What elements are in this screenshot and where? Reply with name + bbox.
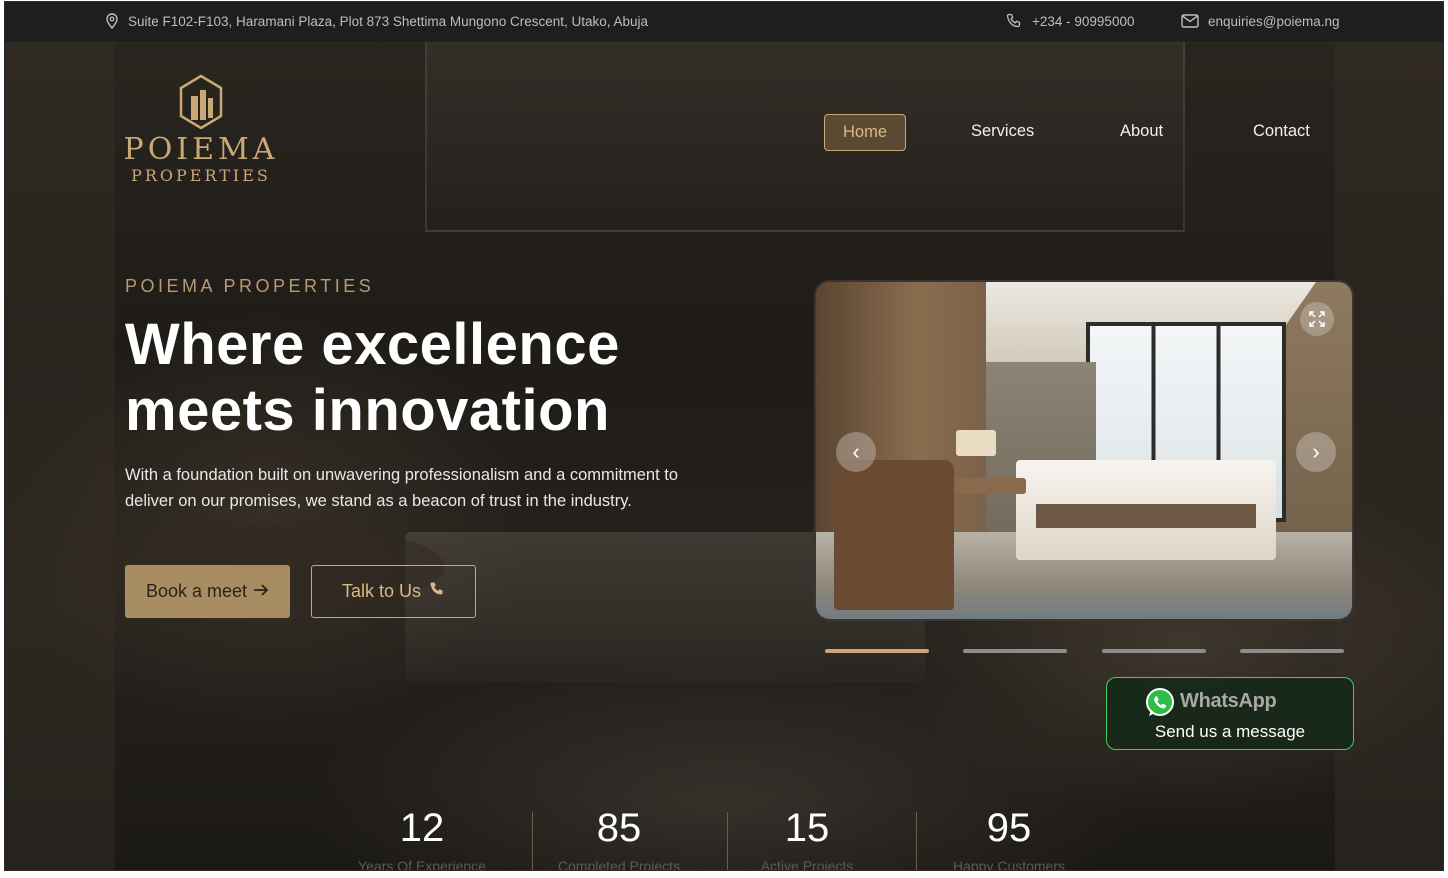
nav-about[interactable]: About — [1120, 114, 1163, 151]
chevron-right-icon: › — [1312, 439, 1320, 464]
slide-image-lamp — [956, 430, 996, 456]
headline-line-2: meets innovation — [125, 378, 610, 443]
fullscreen-button[interactable] — [1300, 302, 1334, 336]
nav-services[interactable]: Services — [971, 114, 1034, 151]
carousel-dot-2[interactable] — [963, 649, 1067, 653]
chevron-left-icon: ‹ — [852, 439, 860, 464]
page-frame: Suite F102-F103, Haramani Plaza, Plot 87… — [4, 1, 1444, 871]
carousel-prev-button[interactable]: ‹ — [836, 432, 876, 472]
top-contact-bar: Suite F102-F103, Haramani Plaza, Plot 87… — [5, 2, 1443, 41]
nav-home[interactable]: Home — [824, 114, 906, 151]
talk-to-us-label: Talk to Us — [341, 581, 422, 601]
email-text: enquiries@poiema.ng — [1208, 13, 1340, 29]
site-logo[interactable]: POIEMA PROPERTIES — [117, 74, 285, 186]
carousel-dot-1[interactable] — [825, 649, 929, 653]
logo-title: POIEMA — [123, 132, 279, 167]
email-link[interactable]: enquiries@poiema.ng — [1181, 12, 1340, 30]
carousel-dot-4[interactable] — [1240, 649, 1344, 653]
phone-text: +234 - 90995000 — [1032, 13, 1135, 29]
location-pin-icon — [103, 12, 121, 30]
talk-to-us-button[interactable]: Talk to Us — [311, 565, 476, 618]
background-ceiling — [425, 42, 1185, 232]
address-text: Suite F102-F103, Haramani Plaza, Plot 87… — [128, 13, 649, 29]
stat-label: Active Projects — [760, 858, 854, 871]
hero-description: With a foundation built on unwavering pr… — [125, 466, 679, 510]
stats-row: 12 Years Of Experience 85 Completed Proj… — [5, 802, 1443, 871]
slide-image-bed-runner — [1036, 504, 1256, 528]
stat-label: Completed Projects — [557, 858, 681, 871]
whatsapp-icon — [1144, 687, 1176, 724]
mail-icon — [1181, 12, 1199, 30]
logo-mark-icon — [179, 74, 223, 130]
expand-icon — [1309, 311, 1325, 327]
phone-icon — [429, 581, 445, 602]
book-meet-label: Book a meet — [145, 581, 248, 601]
stat-value: 85 — [596, 806, 642, 850]
address: Suite F102-F103, Haramani Plaza, Plot 87… — [103, 12, 648, 30]
stat-label: Happy Customers — [952, 858, 1066, 871]
logo-subtitle: PROPERTIES — [131, 166, 271, 185]
carousel-next-button[interactable]: › — [1296, 432, 1336, 472]
stat-value: 12 — [399, 806, 445, 850]
hero-eyebrow: POIEMA PROPERTIES — [125, 276, 375, 296]
whatsapp-subtitle: Send us a message — [1154, 722, 1306, 741]
phone-link[interactable]: +234 - 90995000 — [1005, 12, 1134, 30]
image-carousel[interactable]: ‹ › — [814, 280, 1354, 621]
whatsapp-button[interactable]: WhatsApp Send us a message — [1106, 677, 1354, 750]
whatsapp-title: WhatsApp — [1180, 690, 1277, 712]
stat-label: Years Of Experience — [358, 858, 486, 871]
book-meet-button[interactable]: Book a meet — [125, 565, 290, 618]
hero-headline: Where excellence meets innovation — [125, 312, 745, 444]
arrow-right-icon — [253, 581, 269, 602]
stat-value: 95 — [986, 806, 1032, 850]
phone-icon — [1005, 12, 1023, 30]
slide-image-chair — [834, 460, 954, 610]
carousel-dot-3[interactable] — [1102, 649, 1206, 653]
background-wall-panel — [5, 42, 115, 870]
nav-contact[interactable]: Contact — [1253, 114, 1310, 151]
stat-value: 15 — [784, 806, 830, 850]
headline-line-1: Where excellence — [125, 312, 620, 377]
